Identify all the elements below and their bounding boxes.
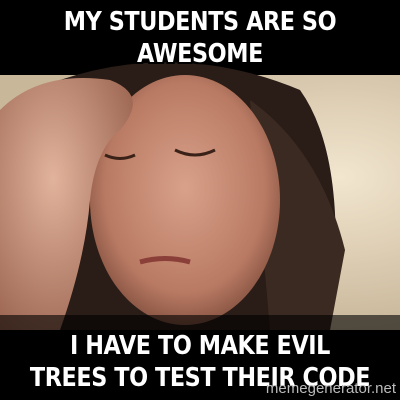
meme-top-caption: MY STUDENTS ARE SO AWESOME	[63, 7, 337, 69]
watermark: memegenerator.net	[265, 380, 396, 397]
